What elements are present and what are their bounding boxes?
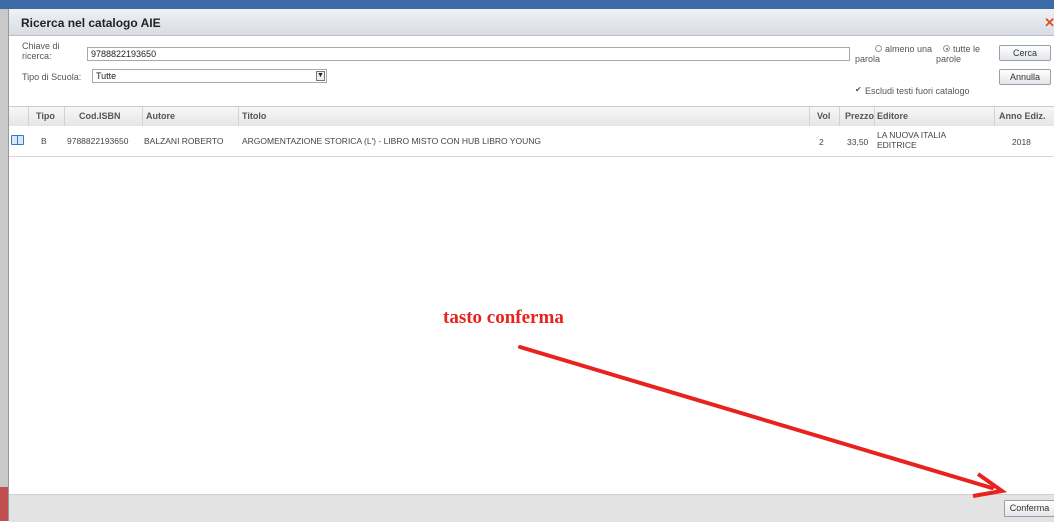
search-key-label: Chiave di ricerca: — [22, 41, 60, 61]
catalog-search-dialog: Ricerca nel catalogo AIE ✕ Chiave di ric… — [8, 9, 1054, 522]
cell-prezzo: 33,50 — [847, 137, 869, 147]
book-icon[interactable] — [11, 135, 24, 145]
cell-titolo: ARGOMENTAZIONE STORICA (L') - LIBRO MIST… — [242, 136, 542, 146]
chevron-down-icon[interactable]: ▼ — [316, 71, 325, 81]
match-any-radio[interactable] — [875, 45, 882, 52]
column-header-vol[interactable]: Vol — [817, 111, 830, 121]
match-any-label-line1: almeno una — [885, 44, 933, 54]
dialog-titlebar: Ricerca nel catalogo AIE ✕ — [9, 9, 1054, 36]
close-icon[interactable]: ✕ — [1044, 15, 1054, 31]
column-header-anno[interactable]: Anno Ediz. — [999, 111, 1046, 121]
cell-isbn: 9788822193650 — [67, 136, 129, 146]
column-header-autore[interactable]: Autore — [146, 111, 175, 121]
results-table-header: Tipo Cod.ISBN Autore Titolo Vol Prezzo E… — [9, 106, 1054, 127]
school-type-select[interactable]: Tutte ▼ — [92, 69, 327, 83]
column-header-prezzo[interactable]: Prezzo — [845, 111, 874, 121]
table-row[interactable]: B 9788822193650 BALZANI ROBERTO ARGOMENT… — [9, 126, 1054, 157]
dialog-title: Ricerca nel catalogo AIE — [21, 16, 161, 30]
school-type-value: Tutte — [96, 71, 117, 81]
column-header-editore[interactable]: Editore — [877, 111, 908, 121]
cell-editore: LA NUOVA ITALIA EDITRICE — [877, 130, 946, 150]
match-all-radio[interactable] — [943, 45, 950, 52]
cell-editore-line2: EDITRICE — [877, 140, 917, 150]
background-window-strip — [0, 0, 1054, 9]
match-any-label-line2: parola — [855, 54, 881, 64]
search-button[interactable]: Cerca — [999, 45, 1051, 61]
confirm-button[interactable]: Conferma — [1004, 500, 1054, 517]
school-type-label: Tipo di Scuola: — [22, 72, 82, 82]
exclude-checkbox[interactable]: ✔ — [855, 85, 862, 94]
cell-anno: 2018 — [1012, 137, 1031, 147]
cell-vol: 2 — [819, 137, 824, 147]
cell-editore-line1: LA NUOVA ITALIA — [877, 130, 947, 140]
background-window-edge-accent — [0, 487, 8, 521]
cell-tipo: B — [41, 136, 47, 146]
column-header-titolo[interactable]: Titolo — [242, 111, 266, 121]
cell-autore: BALZANI ROBERTO — [144, 136, 224, 146]
cancel-button[interactable]: Annulla — [999, 69, 1051, 85]
column-header-isbn[interactable]: Cod.ISBN — [79, 111, 121, 121]
search-key-label-line2: ricerca: — [22, 51, 52, 61]
annotation-label: tasto conferma — [443, 307, 564, 328]
dialog-footer: Conferma — [9, 494, 1054, 522]
background-window-edge — [0, 9, 8, 521]
search-key-input[interactable]: 9788822193650 — [87, 47, 850, 61]
match-all-label-line2: parole — [936, 54, 962, 64]
match-all-label-line1: tutte le — [953, 44, 981, 54]
column-header-tipo[interactable]: Tipo — [36, 111, 55, 121]
exclude-label: Escludi testi fuori catalogo — [865, 86, 970, 96]
search-key-label-line1: Chiave di — [22, 41, 60, 51]
